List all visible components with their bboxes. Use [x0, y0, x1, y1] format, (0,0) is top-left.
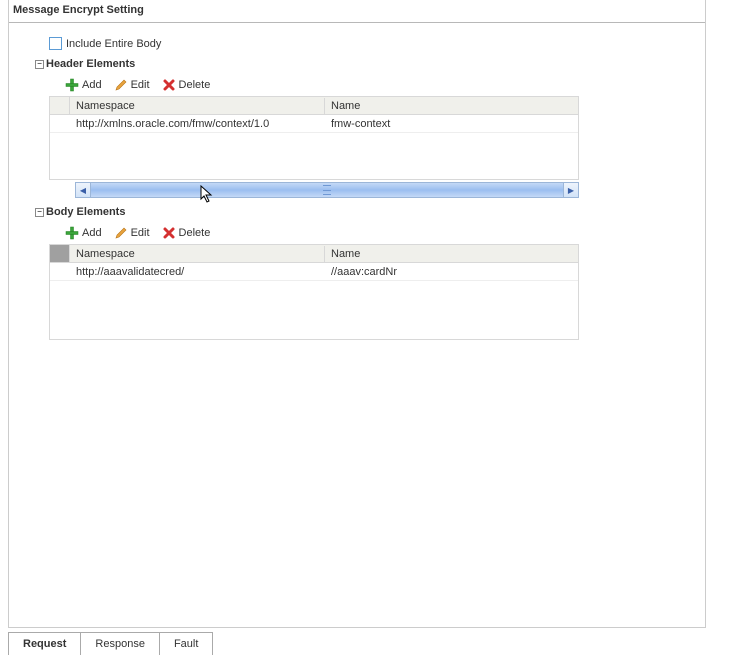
body-elements-section: − Body Elements Add Edit: [9, 204, 705, 340]
edit-button[interactable]: Edit: [114, 226, 150, 240]
edit-button[interactable]: Edit: [114, 78, 150, 92]
cell-name: //aaav:cardNr: [325, 264, 578, 280]
collapse-icon: −: [35, 60, 44, 69]
pencil-icon: [114, 78, 128, 92]
add-button[interactable]: Add: [65, 226, 102, 240]
table-row[interactable]: http://aaavalidatecred/ //aaav:cardNr: [50, 263, 578, 281]
header-table-head: Namespace Name: [50, 97, 578, 115]
header-col-name[interactable]: Name: [325, 98, 578, 114]
pencil-icon: [114, 226, 128, 240]
add-button[interactable]: Add: [65, 78, 102, 92]
header-section-toggle[interactable]: − Header Elements: [35, 56, 705, 72]
cell-namespace: http://aaavalidatecred/: [70, 264, 325, 280]
settings-panel: Message Encrypt Setting Include Entire B…: [8, 0, 706, 628]
plus-icon: [65, 226, 79, 240]
body-table-empty: [50, 281, 578, 339]
body-section-toggle[interactable]: − Body Elements: [35, 204, 705, 220]
bottom-tabs: Request Response Fault: [8, 632, 212, 655]
include-body-row: Include Entire Body: [9, 31, 705, 56]
tab-fault[interactable]: Fault: [159, 632, 213, 655]
body-table: Namespace Name http://aaavalidatecred/ /…: [49, 244, 579, 340]
table-row[interactable]: http://xmlns.oracle.com/fmw/context/1.0 …: [50, 115, 578, 133]
body-col-name[interactable]: Name: [325, 246, 578, 262]
header-scrollbar[interactable]: ◀ ▶: [75, 182, 579, 198]
delete-label: Delete: [179, 227, 211, 239]
include-body-label: Include Entire Body: [66, 38, 161, 50]
delete-button[interactable]: Delete: [162, 226, 211, 240]
header-elements-section: − Header Elements Add Edit: [9, 56, 705, 198]
delete-label: Delete: [179, 79, 211, 91]
cell-namespace: http://xmlns.oracle.com/fmw/context/1.0: [70, 116, 325, 132]
scroll-right-icon[interactable]: ▶: [563, 182, 579, 198]
delete-x-icon: [162, 226, 176, 240]
tab-response[interactable]: Response: [80, 632, 160, 655]
header-table-empty: [50, 133, 578, 179]
header-toolbar: Add Edit Delete: [35, 74, 705, 96]
content: Include Entire Body − Header Elements Ad…: [9, 23, 705, 340]
cell-name: fmw-context: [325, 116, 578, 132]
body-table-head: Namespace Name: [50, 245, 578, 263]
body-col-namespace[interactable]: Namespace: [70, 246, 325, 262]
row-selector[interactable]: [50, 115, 70, 132]
header-table: Namespace Name http://xmlns.oracle.com/f…: [49, 96, 579, 180]
body-select-all[interactable]: [50, 245, 70, 262]
edit-label: Edit: [131, 79, 150, 91]
header-select-all[interactable]: [50, 97, 70, 114]
plus-icon: [65, 78, 79, 92]
body-toolbar: Add Edit Delete: [35, 222, 705, 244]
tab-request[interactable]: Request: [8, 632, 81, 655]
header-section-title: Header Elements: [46, 58, 135, 70]
body-section-title: Body Elements: [46, 206, 125, 218]
collapse-icon: −: [35, 208, 44, 217]
add-label: Add: [82, 79, 102, 91]
scroll-track[interactable]: [91, 182, 563, 198]
panel-title: Message Encrypt Setting: [9, 0, 705, 23]
delete-button[interactable]: Delete: [162, 78, 211, 92]
include-body-checkbox[interactable]: [49, 37, 62, 50]
header-col-namespace[interactable]: Namespace: [70, 98, 325, 114]
add-label: Add: [82, 227, 102, 239]
delete-x-icon: [162, 78, 176, 92]
scroll-grip-icon: [323, 185, 331, 195]
scroll-left-icon[interactable]: ◀: [75, 182, 91, 198]
edit-label: Edit: [131, 227, 150, 239]
row-selector[interactable]: [50, 263, 70, 280]
